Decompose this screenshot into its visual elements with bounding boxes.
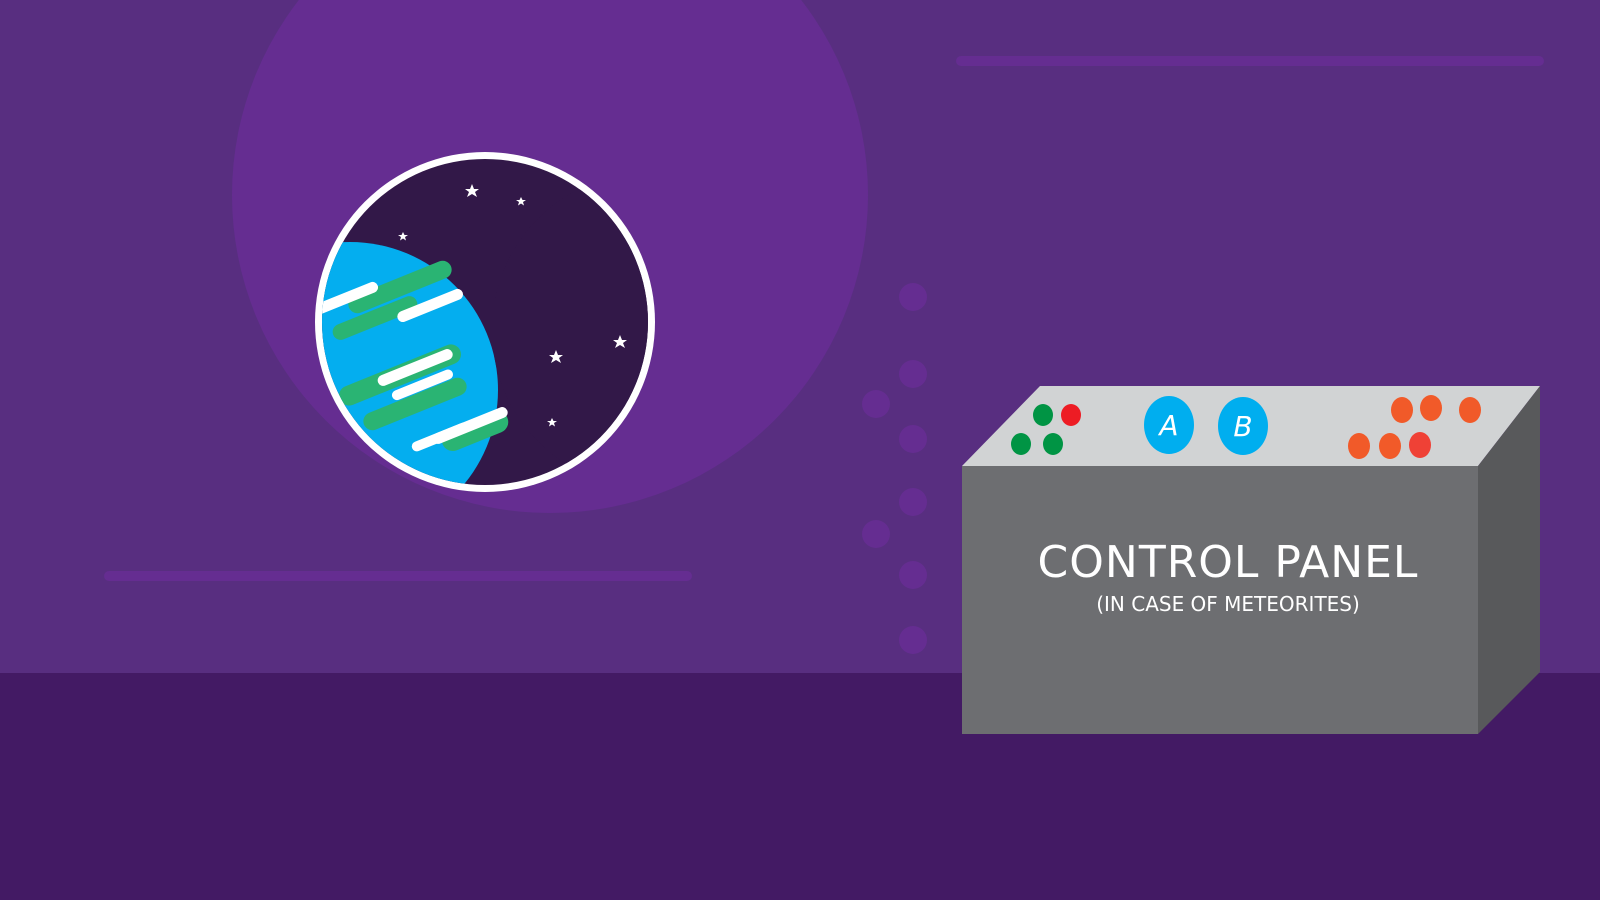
control-panel-front xyxy=(962,466,1478,734)
button-a[interactable]: A xyxy=(1144,396,1194,454)
button-a-label: A xyxy=(1157,409,1178,442)
control-panel: A B xyxy=(962,386,1540,734)
wall-stripe-top xyxy=(956,56,1544,66)
game-scene: A B xyxy=(0,0,1600,900)
wall-stripe-bottom xyxy=(104,571,692,581)
button-b-label: B xyxy=(1233,410,1252,443)
button-b[interactable]: B xyxy=(1218,397,1268,455)
